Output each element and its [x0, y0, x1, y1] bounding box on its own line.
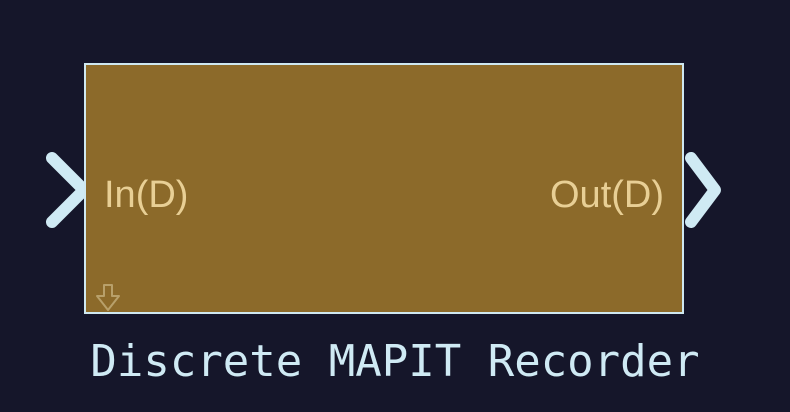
diagram-canvas: In(D) Out(D) Discrete MAPIT Recorder [0, 0, 790, 412]
output-port-label: Out(D) [550, 174, 664, 216]
output-port-arrow-icon[interactable] [683, 152, 731, 228]
subsystem-block[interactable]: In(D) Out(D) [84, 63, 684, 314]
block-name-label[interactable]: Discrete MAPIT Recorder [0, 336, 790, 388]
input-port-label: In(D) [104, 174, 189, 216]
down-arrow-icon [96, 284, 120, 311]
